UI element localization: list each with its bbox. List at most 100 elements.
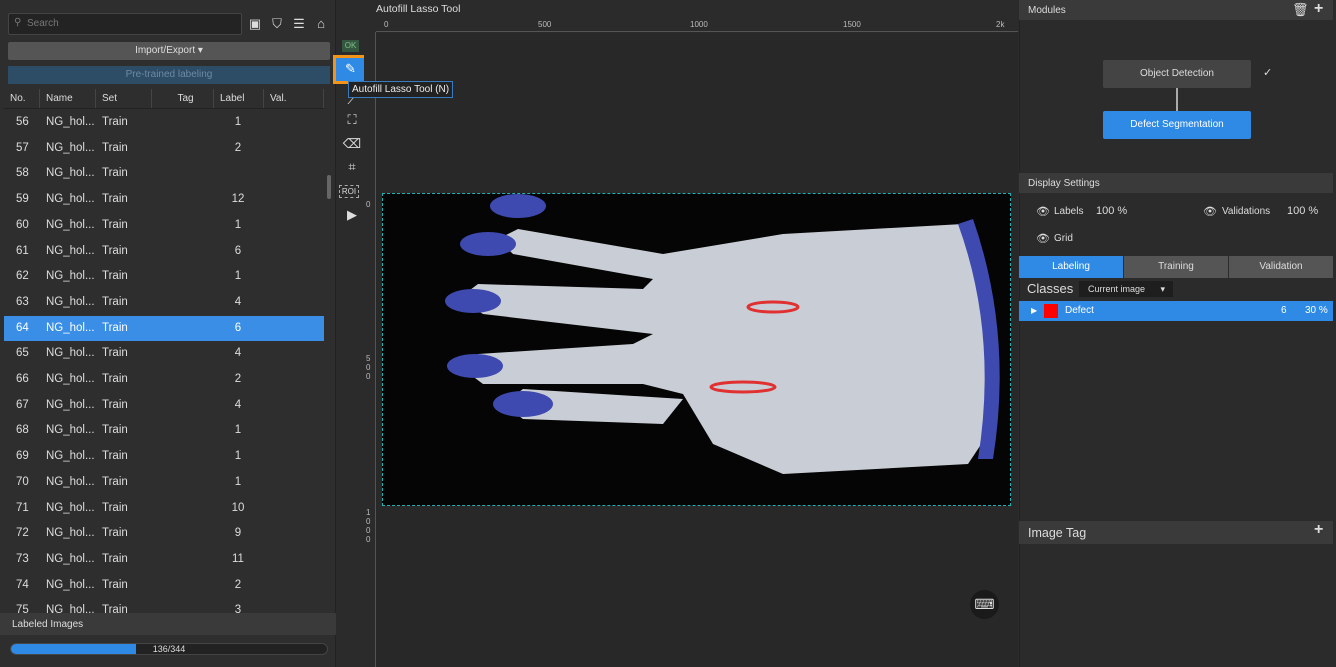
cell-label: 9 [234, 527, 242, 540]
table-row[interactable]: 62 NG_hol... Train 1 [4, 264, 324, 290]
cell-tag [152, 496, 212, 522]
table-row[interactable]: 72 NG_hol... Train 9 [4, 521, 324, 547]
labels-opacity[interactable]: 100 % [1096, 205, 1127, 217]
table-row[interactable]: 58 NG_hol... Train [4, 161, 324, 187]
labeled-images-header: Labeled Images [0, 613, 336, 635]
cell-tag [152, 341, 212, 367]
tab-labeling[interactable]: Labeling [1019, 256, 1123, 278]
table-row[interactable]: 61 NG_hol... Train 6 [4, 239, 324, 265]
class-color-swatch[interactable] [1044, 304, 1058, 318]
cell-no: 68 [16, 424, 29, 437]
table-row[interactable]: 73 NG_hol... Train 11 [4, 547, 324, 573]
table-row[interactable]: 71 NG_hol... Train 10 [4, 496, 324, 522]
class-filter-dropdown[interactable]: Current image ▾ [1079, 281, 1173, 297]
import-export-label: Import/Export [135, 45, 196, 56]
cell-no: 65 [16, 347, 29, 360]
tick: 0 [366, 200, 371, 209]
cell-name: NG_hol... [46, 347, 95, 360]
cell-set: Train [102, 321, 128, 334]
cell-tag [152, 110, 212, 136]
table-row[interactable]: 66 NG_hol... Train 2 [4, 367, 324, 393]
crop-icon[interactable]: ⌗ [341, 159, 363, 179]
cell-no: 63 [16, 295, 29, 308]
table-row[interactable]: 56 NG_hol... Train 1 [4, 110, 324, 136]
cell-set: Train [102, 167, 128, 180]
image-tag-header: Image Tag [1019, 521, 1333, 544]
table-header: No. Name Set Tag Label Val. [4, 89, 324, 109]
check-icon: ✓ [1263, 67, 1273, 79]
cell-no: 60 [16, 218, 29, 231]
eye-icon[interactable]: 👁 [1036, 205, 1050, 218]
tick: 2k [996, 20, 1005, 29]
eye-icon[interactable]: 👁 [1203, 205, 1217, 218]
col-name[interactable]: Name [40, 89, 96, 108]
cell-name: NG_hol... [46, 218, 95, 231]
list-icon[interactable]: ☰ [291, 16, 307, 32]
cell-set: Train [102, 270, 128, 283]
validations-opacity[interactable]: 100 % [1287, 205, 1318, 217]
pretrained-label: Pre-trained labeling [125, 69, 213, 80]
cell-label: 10 [231, 501, 245, 514]
col-set[interactable]: Set [96, 89, 152, 108]
table-row[interactable]: 57 NG_hol... Train 2 [4, 136, 324, 162]
ok-indicator: OK [342, 40, 359, 52]
table-row[interactable]: 64 NG_hol... Train 6 [4, 315, 324, 342]
table-row[interactable]: 68 NG_hol... Train 1 [4, 418, 324, 444]
tab-validation[interactable]: Validation [1229, 256, 1333, 278]
cell-no: 56 [16, 116, 29, 128]
module-defect-segmentation[interactable]: Defect Segmentation [1103, 111, 1251, 139]
polyline-tool-icon[interactable]: ⛶ [341, 112, 363, 132]
table-row[interactable]: 65 NG_hol... Train 4 [4, 341, 324, 367]
table-row[interactable]: 74 NG_hol... Train 2 [4, 573, 324, 599]
trash-icon[interactable]: 🗑 [1292, 2, 1309, 18]
tab-training[interactable]: Training [1124, 256, 1228, 278]
autofill-lasso-tool-button[interactable]: ✎ [333, 55, 368, 84]
cell-name: NG_hol... [46, 141, 95, 154]
search-input[interactable]: ⚲ Search [8, 13, 242, 35]
cell-set: Train [102, 501, 128, 514]
cell-name: NG_hol... [46, 424, 95, 437]
cell-tag [152, 470, 212, 496]
col-label[interactable]: Label [214, 89, 264, 108]
cell-tag [152, 418, 212, 444]
table-row[interactable]: 60 NG_hol... Train 1 [4, 213, 324, 239]
cell-label: 1 [234, 424, 242, 437]
table-row[interactable]: 69 NG_hol... Train 1 [4, 444, 324, 470]
table-row[interactable]: 59 NG_hol... Train 12 [4, 187, 324, 213]
eye-icon[interactable]: 👁 [1036, 232, 1050, 245]
import-export-button[interactable]: Import/Export ▾ [8, 42, 330, 60]
eraser-icon[interactable]: ⌫ [341, 136, 363, 156]
col-tag[interactable]: Tag [152, 89, 214, 108]
roi-tool[interactable]: ROI [339, 185, 359, 198]
class-item-defect[interactable]: ▶ Defect 6 30 % [1019, 301, 1333, 321]
glove-image[interactable] [382, 193, 1011, 506]
cell-tag [152, 239, 212, 265]
cell-no: 61 [16, 244, 29, 257]
cell-set: Train [102, 552, 128, 565]
table-row[interactable]: 63 NG_hol... Train 4 [4, 290, 324, 316]
module-object-detection[interactable]: Object Detection [1103, 60, 1251, 88]
tick: 500 [366, 354, 371, 381]
table-row[interactable]: 70 NG_hol... Train 1 [4, 470, 324, 496]
add-tag-icon[interactable]: + [1314, 521, 1323, 539]
keyboard-shortcuts-button[interactable]: ⌨ [970, 590, 999, 619]
cell-label: 4 [234, 295, 242, 308]
cell-tag [152, 136, 212, 162]
col-val[interactable]: Val. [264, 89, 324, 108]
cell-name: NG_hol... [46, 552, 95, 565]
view-toggle-icon[interactable]: ⌂ [313, 16, 329, 32]
add-module-icon[interactable]: + [1314, 0, 1323, 18]
table-row[interactable]: 67 NG_hol... Train 4 [4, 393, 324, 419]
filter-icon[interactable]: ⛉ [269, 16, 285, 32]
col-no[interactable]: No. [4, 89, 40, 108]
cell-no: 64 [16, 321, 29, 334]
expand-icon[interactable]: ▶ [1031, 301, 1037, 321]
cell-set: Train [102, 527, 128, 540]
list-scrollbar[interactable] [327, 175, 331, 199]
cell-set: Train [102, 475, 128, 488]
pretrained-labeling-button[interactable]: Pre-trained labeling [8, 66, 330, 84]
image-settings-icon[interactable]: ▣ [247, 16, 263, 32]
cell-tag [152, 547, 212, 573]
play-icon[interactable]: ▶ [341, 207, 363, 227]
cell-tag [152, 444, 212, 470]
